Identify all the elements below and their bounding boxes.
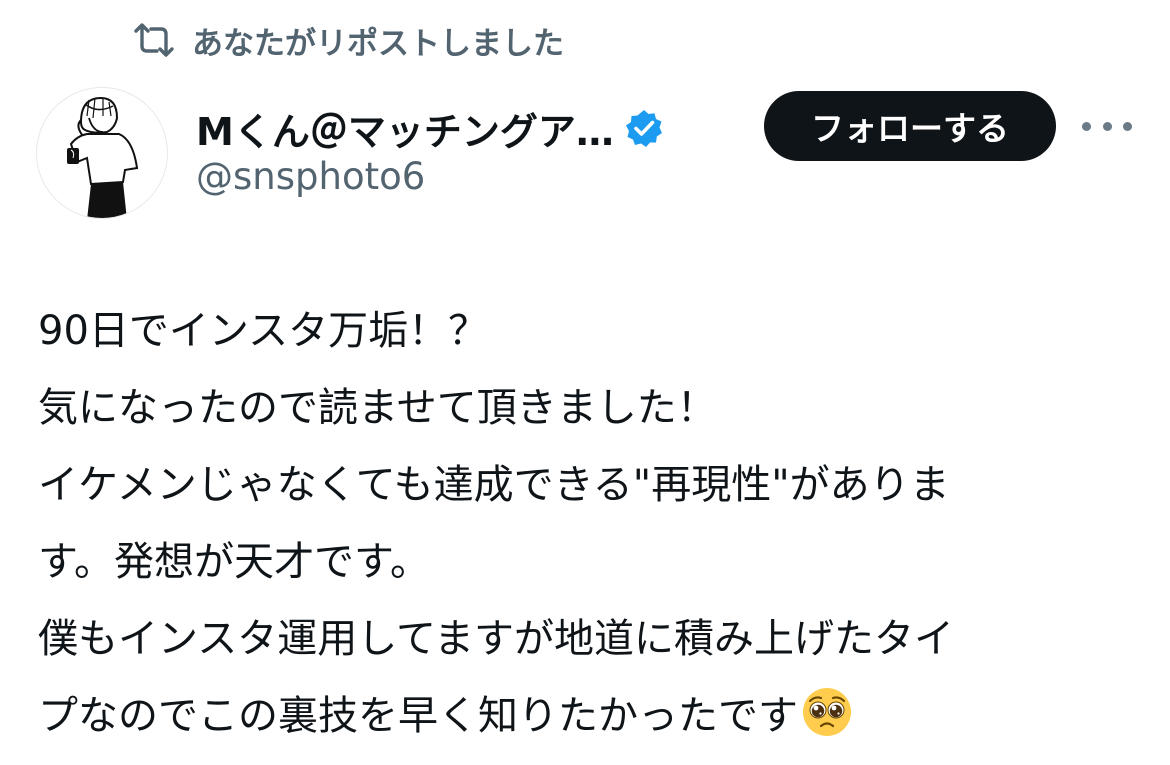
more-options-icon[interactable] — [1082, 108, 1132, 144]
tweet-line: イケメンじゃなくても達成できる"再現性"がありま — [38, 462, 950, 508]
more-dot — [1102, 121, 1112, 131]
author-handle[interactable]: @snsphoto6 — [196, 155, 425, 198]
tweet-line: プなのでこの裏技を早く知りたかったです — [38, 693, 798, 739]
more-dot — [1082, 121, 1091, 131]
tweet-line: 僕もインスタ運用してますが地道に積み上げたタイ — [38, 616, 954, 662]
tweet-line: す。発想が天才です。 — [38, 539, 430, 585]
tweet-text: 90日でインスタ万垢！？ 気になったので読ませて頂きました！ イケメンじゃなくて… — [38, 293, 1148, 755]
follow-button[interactable]: フォローする — [764, 91, 1056, 161]
repost-header[interactable]: あなたがリポストしました — [132, 18, 564, 62]
avatar[interactable] — [36, 87, 168, 219]
more-dot — [1123, 121, 1132, 131]
tweet-line: 気になったので読ませて頂きました！ — [38, 385, 717, 431]
repost-icon — [132, 22, 176, 58]
verified-badge-icon — [624, 108, 664, 148]
display-name[interactable]: Mくん＠マッチングア… — [196, 101, 614, 156]
tweet-line: 90日でインスタ万垢！？ — [38, 308, 489, 354]
author-name-row[interactable]: Mくん＠マッチングア… — [196, 100, 664, 156]
tweet-last-line: プなのでこの裏技を早く知りたかったです — [38, 678, 1148, 755]
repost-label: あなたがリポストしました — [192, 25, 564, 62]
pleading-face-emoji-icon — [800, 685, 854, 739]
